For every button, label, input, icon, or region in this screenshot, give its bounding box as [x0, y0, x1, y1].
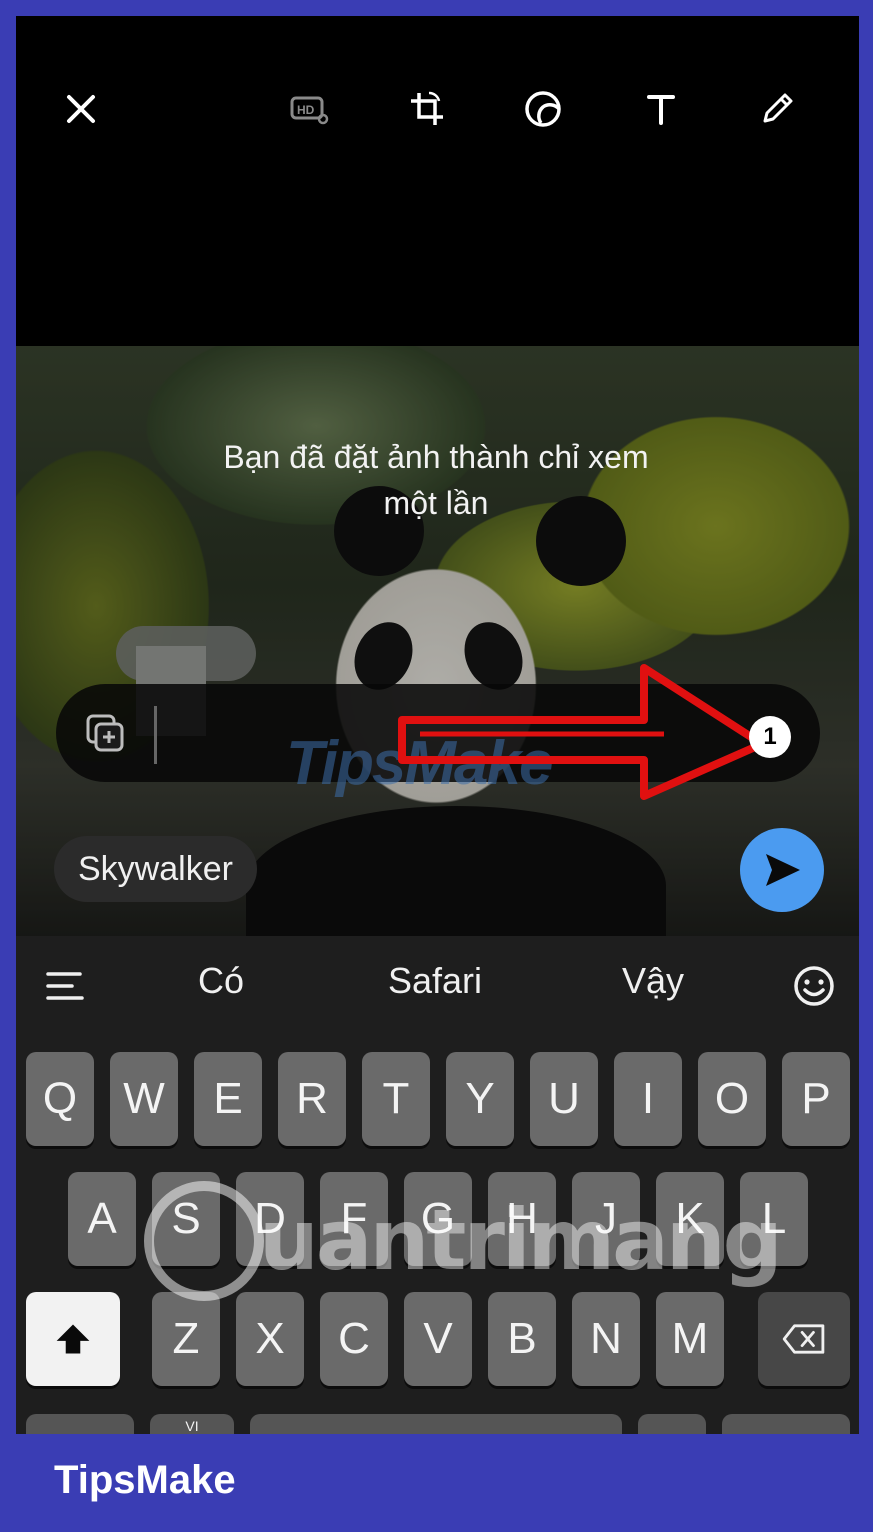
- suggestion-bar: Có Safari Vậy: [16, 936, 859, 1032]
- key-o[interactable]: O: [698, 1052, 766, 1146]
- key-u[interactable]: U: [530, 1052, 598, 1146]
- key-d[interactable]: D: [236, 1172, 304, 1266]
- hd-icon[interactable]: HD: [282, 82, 336, 136]
- key-x[interactable]: X: [236, 1292, 304, 1386]
- annotation-arrow: [398, 664, 766, 800]
- key-h[interactable]: H: [488, 1172, 556, 1266]
- recipient-chip[interactable]: Skywalker: [54, 836, 257, 902]
- key-t[interactable]: T: [362, 1052, 430, 1146]
- notice-line-2: một lần: [383, 485, 489, 521]
- key-r[interactable]: R: [278, 1052, 346, 1146]
- key-i[interactable]: I: [614, 1052, 682, 1146]
- space-key[interactable]: [250, 1414, 622, 1434]
- key-y[interactable]: Y: [446, 1052, 514, 1146]
- suggestion-1[interactable]: Có: [198, 960, 244, 1002]
- text-icon[interactable]: [634, 82, 688, 136]
- key-e[interactable]: E: [194, 1052, 262, 1146]
- key-w[interactable]: W: [110, 1052, 178, 1146]
- key-f[interactable]: F: [320, 1172, 388, 1266]
- key-c[interactable]: C: [320, 1292, 388, 1386]
- return-key[interactable]: [722, 1414, 850, 1434]
- key-z[interactable]: Z: [152, 1292, 220, 1386]
- key-j[interactable]: J: [572, 1172, 640, 1266]
- key-n[interactable]: N: [572, 1292, 640, 1386]
- language-key[interactable]: VI: [150, 1414, 234, 1434]
- numbers-key[interactable]: [26, 1414, 134, 1434]
- key-g[interactable]: G: [404, 1172, 472, 1266]
- view-once-toggle[interactable]: 1: [749, 716, 791, 758]
- footer-brand: TipsMake: [54, 1458, 236, 1502]
- suggestion-2[interactable]: Safari: [388, 960, 482, 1002]
- close-icon[interactable]: [54, 82, 108, 136]
- add-media-icon[interactable]: [84, 712, 128, 756]
- svg-text:HD: HD: [297, 103, 315, 117]
- key-v[interactable]: V: [404, 1292, 472, 1386]
- screen-frame: HD Bạn đã đặt ảnh thành chỉ xem một lần: [16, 16, 859, 1434]
- key-b[interactable]: B: [488, 1292, 556, 1386]
- key-l[interactable]: L: [740, 1172, 808, 1266]
- notice-line-1: Bạn đã đặt ảnh thành chỉ xem: [223, 439, 649, 475]
- send-button[interactable]: [740, 828, 824, 912]
- period-key[interactable]: [638, 1414, 706, 1434]
- key-p[interactable]: P: [782, 1052, 850, 1146]
- send-icon: [766, 854, 800, 886]
- menu-lines-icon[interactable]: [44, 964, 88, 1008]
- key-q[interactable]: Q: [26, 1052, 94, 1146]
- pencil-icon[interactable]: [750, 82, 804, 136]
- backspace-icon: [782, 1324, 825, 1354]
- view-once-notice: Bạn đã đặt ảnh thành chỉ xem một lần: [96, 434, 776, 526]
- backspace-key[interactable]: [758, 1292, 850, 1386]
- crop-rotate-icon[interactable]: [400, 82, 454, 136]
- shift-key[interactable]: [26, 1292, 120, 1386]
- editor-toolbar: HD: [16, 16, 859, 346]
- key-m[interactable]: M: [656, 1292, 724, 1386]
- key-k[interactable]: K: [656, 1172, 724, 1266]
- shift-icon: [56, 1324, 90, 1354]
- emoji-icon[interactable]: [792, 964, 836, 1008]
- key-a[interactable]: A: [68, 1172, 136, 1266]
- sticker-icon[interactable]: [516, 82, 570, 136]
- key-s[interactable]: S: [152, 1172, 220, 1266]
- text-cursor: [154, 706, 157, 764]
- language-label: VI: [185, 1418, 199, 1434]
- suggestion-3[interactable]: Vậy: [622, 960, 684, 1002]
